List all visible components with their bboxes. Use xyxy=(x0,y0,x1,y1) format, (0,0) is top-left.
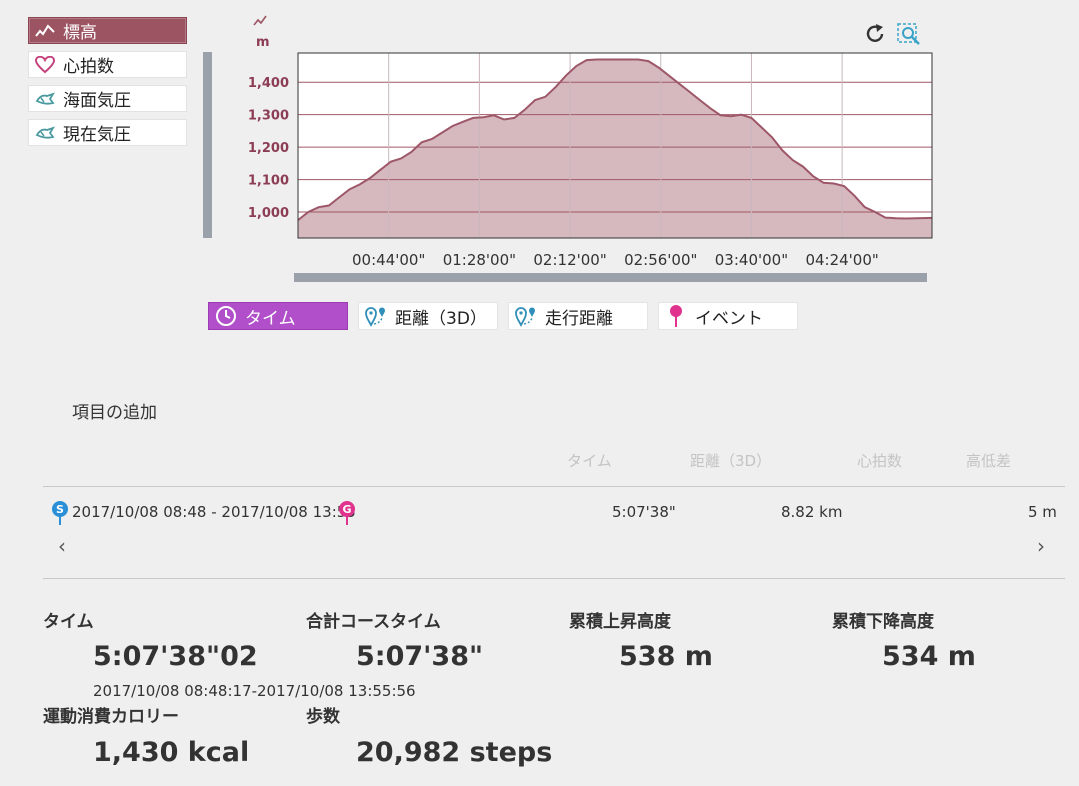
time-range: 2017/10/08 08:48:17-2017/10/08 13:55:56 xyxy=(93,682,416,700)
descent-value: 534 m xyxy=(882,641,976,672)
x-tick-label: 03:40'00" xyxy=(715,251,788,269)
tab-label: 距離（3D） xyxy=(395,308,487,329)
add-items-link[interactable]: 項目の追加 xyxy=(72,398,157,423)
reset-zoom-icon[interactable] xyxy=(862,21,888,47)
ascent-label: 累積上昇高度 xyxy=(569,612,671,632)
sea-pressure-icon xyxy=(34,88,56,110)
divider xyxy=(43,578,1065,579)
row-date-range: 2017/10/08 08:48 - 2017/10/08 13:55 xyxy=(72,503,356,521)
x-tick-label: 02:12'00" xyxy=(533,251,606,269)
y-tick-label: 1,300 xyxy=(248,109,289,124)
series-button-heart-rate[interactable]: 心拍数 xyxy=(28,51,187,78)
series-label: 標高 xyxy=(63,23,97,43)
elevation-icon xyxy=(34,20,56,42)
series-button-current-pressure[interactable]: 現在気圧 xyxy=(28,119,187,146)
tab-event[interactable]: イベント xyxy=(658,302,798,330)
course-time-label: 合計コースタイム xyxy=(306,612,441,632)
steps-value: 20,982 steps xyxy=(356,737,553,768)
y-tick-label: 1,200 xyxy=(248,141,289,156)
series-label: 海面気圧 xyxy=(63,91,131,111)
route-distance-icon xyxy=(514,304,538,328)
ascent-value: 538 m xyxy=(619,641,713,672)
series-label: 現在気圧 xyxy=(63,125,131,145)
time-label: タイム xyxy=(43,612,94,632)
distance-3d-icon xyxy=(364,304,388,328)
horizontal-scrollbar[interactable] xyxy=(294,273,927,282)
tab-label: タイム xyxy=(245,308,296,329)
row-time: 5:07'38" xyxy=(612,503,676,521)
elevation-chart: m 1,000 1,100 1,200 1,300 1,400 00:44'00" 01:… xyxy=(248,15,933,269)
y-tick-label: 1,400 xyxy=(248,76,289,91)
row-elevation-diff: 5 m xyxy=(1028,503,1057,521)
calorie-label: 運動消費カロリー xyxy=(43,707,179,727)
clock-icon xyxy=(214,304,238,328)
current-pressure-icon xyxy=(34,122,56,144)
x-tick-label: 04:24'00" xyxy=(805,251,878,269)
row-distance: 8.82 km xyxy=(781,503,843,521)
heart-icon xyxy=(34,54,56,76)
column-header-distance: 距離（3D） xyxy=(690,452,772,470)
tab-label: 走行距離 xyxy=(545,308,613,329)
tab-time[interactable]: タイム xyxy=(208,302,348,330)
zoom-icon[interactable] xyxy=(896,21,922,47)
series-button-sea-pressure[interactable]: 海面気圧 xyxy=(28,85,187,112)
divider xyxy=(43,486,1065,487)
series-button-elevation[interactable]: 標高 xyxy=(28,17,187,44)
calorie-value: 1,430 kcal xyxy=(93,737,250,768)
x-tick-label: 01:28'00" xyxy=(443,251,516,269)
next-arrow-icon[interactable]: › xyxy=(1037,534,1045,558)
event-pin-icon xyxy=(664,304,688,328)
y-tick-label: 1,100 xyxy=(248,174,289,189)
time-value: 5:07'38"02 xyxy=(93,641,258,672)
column-header-elevation-diff: 高低差 xyxy=(966,452,1012,470)
course-time-value: 5:07'38" xyxy=(356,641,484,672)
x-tick-label: 02:56'00" xyxy=(624,251,697,269)
steps-label: 歩数 xyxy=(306,707,340,727)
tab-label: イベント xyxy=(695,308,763,329)
vertical-scrollbar[interactable] xyxy=(203,52,212,238)
tab-distance-3d[interactable]: 距離（3D） xyxy=(358,302,498,330)
tab-route-distance[interactable]: 走行距離 xyxy=(508,302,648,330)
series-label: 心拍数 xyxy=(63,57,114,77)
prev-arrow-icon[interactable]: ‹ xyxy=(58,534,66,558)
start-pin-icon: S xyxy=(51,500,69,530)
y-tick-label: 1,000 xyxy=(248,206,289,221)
svg-text:S: S xyxy=(56,503,64,516)
svg-text:G: G xyxy=(342,503,351,516)
y-axis: 1,000 1,100 1,200 1,300 1,400 xyxy=(248,76,289,221)
goal-pin-icon: G xyxy=(338,500,356,530)
descent-label: 累積下降高度 xyxy=(832,612,934,632)
column-header-time: タイム xyxy=(567,452,612,470)
y-unit-label: m xyxy=(256,35,270,50)
x-axis: 00:44'00" 01:28'00" 02:12'00" 02:56'00" 03:4… xyxy=(352,251,879,269)
x-tick-label: 00:44'00" xyxy=(352,251,425,269)
chart-axis-icon xyxy=(253,15,267,26)
column-header-heart-rate: 心拍数 xyxy=(857,452,903,470)
